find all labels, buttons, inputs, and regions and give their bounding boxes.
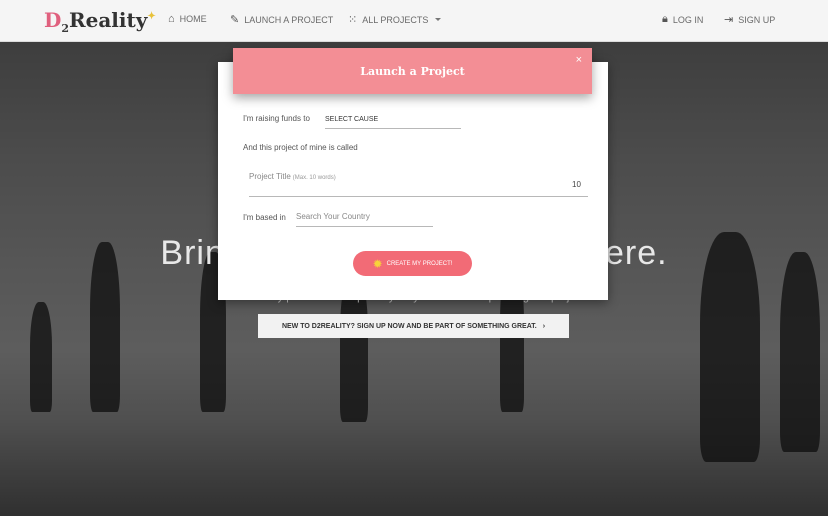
country-search-placeholder: Search Your Country xyxy=(296,212,370,221)
logo-two: 2 xyxy=(61,22,69,35)
cause-select-value: SELECT CAUSE xyxy=(325,116,379,123)
logo-d: D xyxy=(44,8,62,32)
modal-header: Launch a Project × xyxy=(233,48,592,94)
create-project-button[interactable]: ✹ CREATE MY PROJECT! xyxy=(353,251,472,276)
home-icon: ⌂ xyxy=(168,13,175,25)
nav-home[interactable]: ⌂ HOME xyxy=(168,13,207,25)
logo-reality: Reality xyxy=(69,8,148,32)
word-counter: 10 xyxy=(572,180,581,189)
nav-launch-label: LAUNCH A PROJECT xyxy=(244,14,334,25)
nav-signup[interactable]: ⇥ SIGN UP xyxy=(724,13,775,26)
project-title-placeholder: Project Title xyxy=(249,172,291,181)
top-navbar: D2Reality✦ ⌂ HOME ✎ LAUNCH A PROJECT ⁙ A… xyxy=(0,0,828,42)
d2reality-logo[interactable]: D2Reality✦ xyxy=(44,8,156,35)
chevron-right-icon: › xyxy=(542,322,546,330)
nav-login-label: LOG IN xyxy=(672,14,704,25)
raising-funds-label: I'm raising funds to xyxy=(243,114,310,123)
brush-icon: ✎ xyxy=(230,14,240,26)
signup-icon: ⇥ xyxy=(724,14,734,26)
project-title-hint: (Max. 10 words) xyxy=(292,175,336,181)
cause-select[interactable]: SELECT CAUSE xyxy=(325,114,461,129)
sun-icon: ✹ xyxy=(372,256,383,271)
hero-signup-label: NEW TO D2REALITY? SIGN UP NOW AND BE PAR… xyxy=(281,322,537,330)
nav-login[interactable]: 🔒︎ LOG IN xyxy=(662,13,703,26)
nav-signup-label: SIGN UP xyxy=(738,14,776,25)
nav-all-projects-label: ALL PROJECTS xyxy=(362,14,429,25)
logo-spark-icon: ✦ xyxy=(147,11,156,22)
modal-title: Launch a Project xyxy=(360,64,465,78)
project-title-input[interactable]: Project Title (Max. 10 words) xyxy=(249,172,588,197)
country-search-input[interactable]: Search Your Country xyxy=(296,212,433,227)
nav-all-projects[interactable]: ⁙ ALL PROJECTS xyxy=(348,13,442,26)
lock-icon: 🔒︎ xyxy=(662,13,668,25)
chevron-down-icon xyxy=(435,18,442,21)
hero-signup-button[interactable]: NEW TO D2REALITY? SIGN UP NOW AND BE PAR… xyxy=(258,314,569,338)
based-in-label: I'm based in xyxy=(243,213,286,222)
grid-icon: ⁙ xyxy=(348,14,358,26)
close-icon[interactable]: × xyxy=(576,54,582,66)
nav-home-label: HOME xyxy=(179,14,207,24)
create-project-label: CREATE MY PROJECT! xyxy=(386,260,453,267)
nav-launch-project[interactable]: ✎ LAUNCH A PROJECT xyxy=(230,13,333,26)
project-called-label: And this project of mine is called xyxy=(243,143,358,152)
